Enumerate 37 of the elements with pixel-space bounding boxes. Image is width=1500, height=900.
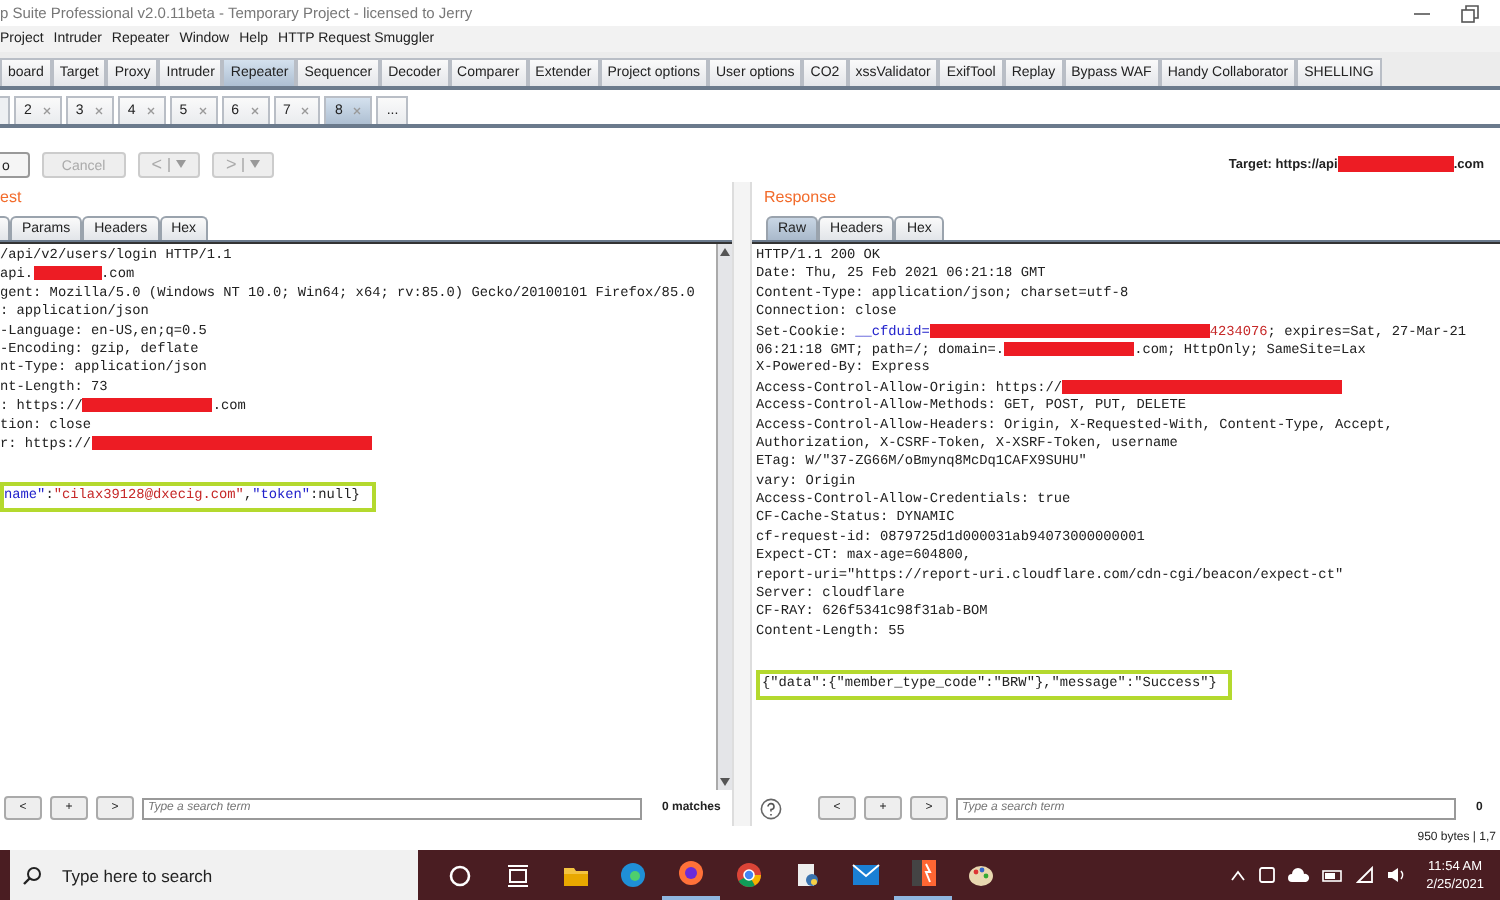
scrollbar[interactable] [716,244,732,790]
redaction-bar [1337,156,1454,172]
request-editor[interactable] [0,242,732,790]
browser-icon[interactable] [736,862,762,888]
search-icon [22,865,42,885]
close-icon[interactable] [145,106,156,116]
panel-title: est [0,186,24,210]
caret-icon [250,160,261,168]
caret-icon [175,160,186,168]
document-icon[interactable] [794,862,820,888]
redaction-bar [33,266,102,281]
down-arrow-icon[interactable] [720,778,730,786]
palette-icon[interactable] [968,862,994,888]
battery-icon[interactable] [1322,869,1345,881]
taskbar-search-field[interactable]: Type here to search [10,850,418,900]
close-icon[interactable] [93,106,104,116]
task-view-icon[interactable] [505,863,529,887]
device-icon[interactable] [1258,866,1277,884]
browser-icon[interactable] [620,862,646,888]
redaction-bar [82,398,213,413]
cloud-icon[interactable] [1288,868,1311,882]
wifi-icon[interactable] [1356,866,1375,884]
close-icon[interactable] [249,106,260,116]
speaker-icon[interactable] [1386,866,1407,884]
close-icon[interactable] [197,106,208,116]
restore-icon[interactable] [1460,3,1480,23]
close-icon[interactable] [41,106,52,116]
help-icon[interactable] [760,797,782,819]
close-icon[interactable] [300,106,311,116]
redaction-bar [1004,341,1135,356]
mail-icon[interactable] [851,864,879,886]
caret-icon[interactable] [1230,869,1247,881]
circle-icon[interactable] [447,863,471,887]
panel-title: Response [762,186,839,210]
app-icon[interactable] [911,860,935,886]
up-arrow-icon[interactable] [720,248,730,256]
folder-icon[interactable] [561,863,589,887]
